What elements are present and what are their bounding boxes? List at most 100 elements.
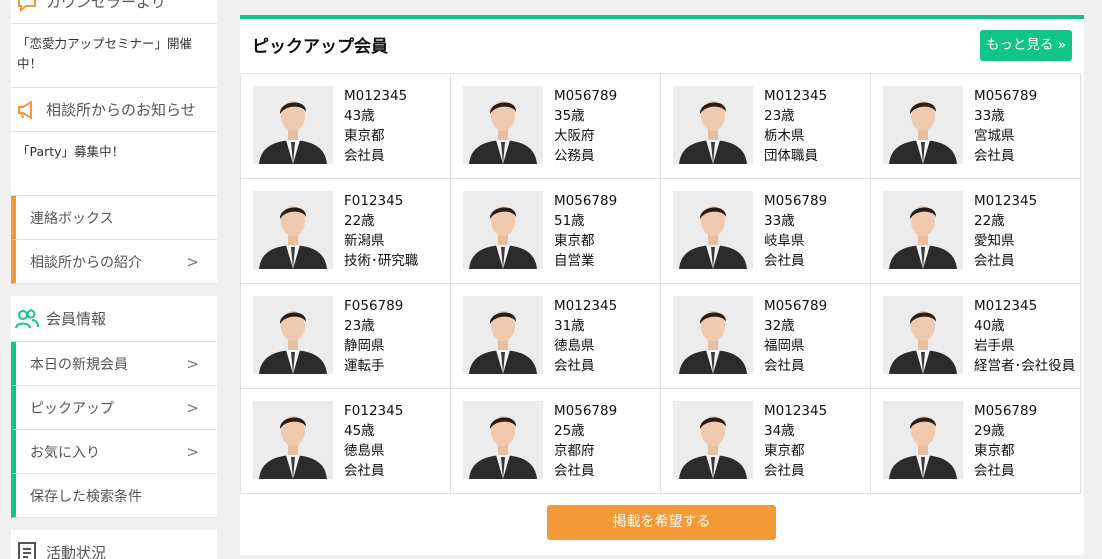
notice-header-label: 相談所からのお知らせ: [46, 101, 196, 119]
sidebar-item-saved-search[interactable]: 保存した検索条件: [11, 474, 217, 518]
member-photo[interactable]: [463, 191, 543, 269]
member-photo[interactable]: [463, 86, 543, 164]
sidebar-item-contact-box[interactable]: 連絡ボックス: [11, 196, 217, 240]
member-header-label: 会員情報: [46, 310, 107, 328]
member-card[interactable]: M056789 25歳 京都府 会社員: [451, 389, 661, 494]
pickup-members-panel: ピックアップ会員 もっと見る » M012345 43歳 東京都 会社員 M056789…: [240, 15, 1084, 555]
member-info: M056789 51歳 東京都 自営業: [554, 191, 617, 283]
notice-note[interactable]: 「Party」募集中！: [11, 132, 217, 196]
sidebar-item-label: 相談所からの紹介: [30, 254, 142, 271]
member-photo[interactable]: [883, 86, 963, 164]
member-info: M056789 32歳 福岡県 会社員: [764, 296, 827, 388]
member-photo[interactable]: [673, 191, 753, 269]
member-card[interactable]: M056789 32歳 福岡県 会社員: [661, 284, 871, 389]
member-id: M012345: [764, 88, 828, 104]
people-icon: [15, 307, 39, 331]
member-info: M056789 35歳 大阪府 公務員: [554, 86, 617, 178]
member-job: 会社員: [974, 463, 1015, 479]
member-id: M056789: [764, 298, 828, 314]
member-photo[interactable]: [253, 296, 333, 374]
member-age: 51歳: [554, 213, 585, 229]
sidebar-item-pickup[interactable]: ピックアップ >: [11, 386, 217, 430]
cta-area: 掲載を希望する: [240, 494, 1084, 556]
member-pref: 東京都: [974, 443, 1015, 459]
member-age: 43歳: [344, 108, 375, 124]
member-info: M012345 31歳 徳島県 会社員: [554, 296, 617, 388]
member-photo[interactable]: [883, 191, 963, 269]
member-info: M056789 25歳 京都府 会社員: [554, 401, 617, 493]
counselor-header: カウンセラーより: [11, 0, 217, 24]
sidebar: カウンセラーより 「恋愛力アップセミナー」開催中！ 相談所からのお知らせ 「Pa…: [11, 0, 217, 559]
member-pref: 愛知県: [974, 233, 1015, 249]
member-job: 会社員: [554, 463, 595, 479]
member-card[interactable]: M056789 51歳 東京都 自営業: [451, 179, 661, 284]
member-age: 23歳: [764, 108, 795, 124]
member-card[interactable]: M056789 33歳 岐阜県 会社員: [661, 179, 871, 284]
member-grid: M012345 43歳 東京都 会社員 M056789 35歳 大阪府 公務員 M012345 2…: [240, 73, 1081, 494]
member-photo[interactable]: [253, 86, 333, 164]
member-photo[interactable]: [673, 296, 753, 374]
more-button[interactable]: もっと見る »: [979, 30, 1072, 61]
member-card[interactable]: M056789 33歳 宮城県 会社員: [871, 74, 1081, 179]
member-age: 33歳: [764, 213, 795, 229]
member-photo[interactable]: [463, 296, 543, 374]
member-card[interactable]: M012345 40歳 岩手県 経営者･会社役員: [871, 284, 1081, 389]
member-id: F056789: [344, 298, 404, 314]
member-info: M012345 43歳 東京都 会社員: [344, 86, 407, 178]
sidebar-item-favorites[interactable]: お気に入り >: [11, 430, 217, 474]
member-photo[interactable]: [253, 191, 333, 269]
member-photo[interactable]: [463, 401, 543, 479]
member-job: 自営業: [554, 253, 595, 269]
member-card[interactable]: F012345 45歳 徳島県 会社員: [241, 389, 451, 494]
member-id: M056789: [554, 193, 618, 209]
speech-bubble-icon: [15, 0, 39, 14]
member-id: M012345: [344, 88, 408, 104]
page-title: ピックアップ会員: [252, 37, 388, 57]
member-card[interactable]: M012345 22歳 愛知県 会社員: [871, 179, 1081, 284]
sidebar-item-agency-intro[interactable]: 相談所からの紹介 >: [11, 240, 217, 284]
member-photo[interactable]: [673, 401, 753, 479]
notice-header: 相談所からのお知らせ: [11, 88, 217, 132]
member-card[interactable]: M012345 34歳 東京都 会社員: [661, 389, 871, 494]
sidebar-item-new-members[interactable]: 本日の新規会員 >: [11, 342, 217, 386]
member-id: M012345: [764, 403, 828, 419]
activity-panel: 活動状況: [11, 530, 217, 559]
member-id: F012345: [344, 193, 404, 209]
member-info: M012345 40歳 岩手県 経営者･会社役員: [974, 296, 1075, 388]
member-id: M012345: [974, 193, 1038, 209]
request-listing-button[interactable]: 掲載を希望する: [547, 505, 776, 540]
member-photo[interactable]: [883, 401, 963, 479]
member-pref: 宮城県: [974, 128, 1015, 144]
member-card[interactable]: M056789 35歳 大阪府 公務員: [451, 74, 661, 179]
member-card[interactable]: M012345 43歳 東京都 会社員: [241, 74, 451, 179]
member-card[interactable]: M012345 23歳 栃木県 団体職員: [661, 74, 871, 179]
member-age: 29歳: [974, 423, 1005, 439]
member-pref: 東京都: [344, 128, 385, 144]
member-id: F012345: [344, 403, 404, 419]
member-info: M012345 22歳 愛知県 会社員: [974, 191, 1037, 283]
member-job: 会社員: [974, 253, 1015, 269]
member-id: M056789: [974, 403, 1038, 419]
member-photo[interactable]: [673, 86, 753, 164]
member-card[interactable]: M012345 31歳 徳島県 会社員: [451, 284, 661, 389]
member-info: M056789 29歳東京都会社員: [974, 401, 1037, 493]
chevron-right-icon: >: [186, 252, 199, 271]
member-photo[interactable]: [253, 401, 333, 479]
member-panel: 会員情報 本日の新規会員 > ピックアップ > お気に入り > 保存した検索条件: [11, 296, 217, 518]
member-job: 会社員: [764, 358, 805, 374]
counselor-note[interactable]: 「恋愛力アップセミナー」開催中！: [11, 24, 217, 88]
member-age: 35歳: [554, 108, 585, 124]
chevron-right-icon: >: [186, 354, 199, 373]
counselor-panel: カウンセラーより 「恋愛力アップセミナー」開催中！ 相談所からのお知らせ 「Pa…: [11, 0, 217, 196]
member-photo[interactable]: [883, 296, 963, 374]
member-job: 公務員: [554, 148, 595, 164]
member-age: 33歳: [974, 108, 1005, 124]
member-id: M012345: [974, 298, 1038, 314]
member-pref: 栃木県: [764, 128, 805, 144]
member-card[interactable]: F012345 22歳 新潟県 技術･研究職: [241, 179, 451, 284]
member-card[interactable]: F056789 23歳 静岡県 運転手: [241, 284, 451, 389]
member-pref: 大阪府: [554, 128, 595, 144]
member-pref: 新潟県: [344, 233, 385, 249]
member-card[interactable]: M056789 29歳東京都会社員: [871, 389, 1081, 494]
member-info: F012345 22歳 新潟県 技術･研究職: [344, 191, 418, 283]
